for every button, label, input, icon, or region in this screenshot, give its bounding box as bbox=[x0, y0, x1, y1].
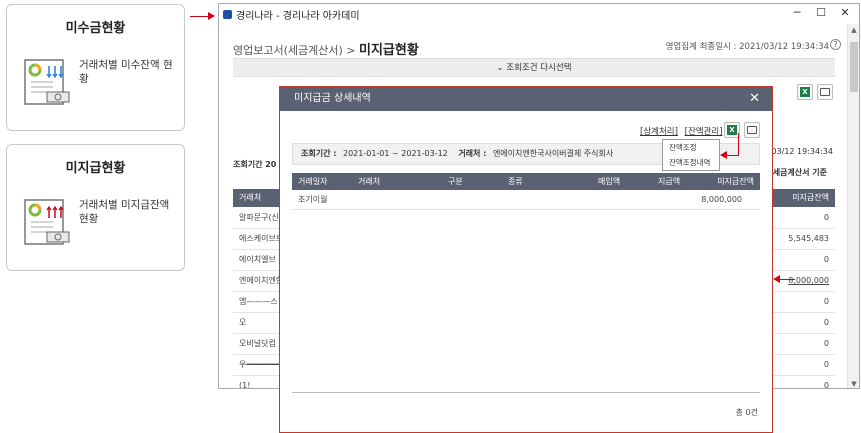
dropdown-item-balance-history[interactable]: 잔액조정내역 bbox=[669, 155, 719, 170]
row-vendor: 우━━━━━━━ bbox=[239, 360, 281, 369]
page-title: 미지급현황 bbox=[359, 43, 419, 58]
vendor-label: 거래처 : bbox=[458, 149, 487, 158]
window-title: 경리나라 - 경리나라 아카데미 bbox=[236, 10, 360, 22]
bg-header-balance: 미지급잔액 bbox=[792, 193, 829, 202]
last-total-timestamp: 영업집계 최종일시 : 2021/03/12 19:34:34 bbox=[665, 42, 829, 52]
row-vendor: 오비널닷컴 bbox=[239, 339, 276, 348]
row-vendor: 엔에이치엔한 bbox=[239, 276, 284, 285]
maximize-button[interactable]: ☐ bbox=[809, 6, 833, 19]
row-balance: 0 bbox=[823, 339, 829, 348]
balance-manage-dropdown: 잔액조정 잔액조정내역 bbox=[662, 139, 720, 171]
scroll-up-icon[interactable]: ▲ bbox=[848, 26, 859, 34]
modal-table-header: 거래일자 거래처 구분 종류 매입액 지급액 미지급잔액 bbox=[292, 173, 760, 190]
payable-card[interactable]: 미지급현황 거래처별 미지급잔액 현황 bbox=[6, 144, 185, 271]
row-balance: 0 bbox=[823, 360, 829, 369]
scrollbar-thumb[interactable] bbox=[850, 42, 858, 92]
col-purchase: 매입액 bbox=[598, 177, 621, 186]
pointer-arrow-line bbox=[738, 133, 739, 155]
page-header: 영업보고서(세금계산서) > 미지급현황 bbox=[233, 39, 419, 58]
modal-print-button[interactable] bbox=[744, 122, 760, 138]
breadcrumb[interactable]: 영업보고서(세금계산서) > bbox=[233, 44, 356, 57]
card-description: 거래처별 미지급잔액 현황 bbox=[79, 199, 170, 225]
offset-link[interactable]: [상계처리] bbox=[640, 127, 678, 137]
printer-icon bbox=[747, 126, 757, 134]
row-balance: 5,545,483 bbox=[788, 234, 829, 243]
modal-footer-divider bbox=[292, 392, 760, 393]
balance-manage-link[interactable]: [잔액관리] bbox=[685, 127, 723, 137]
printer-icon bbox=[820, 88, 830, 96]
pointer-arrow-line bbox=[190, 16, 210, 17]
row-vendor: 엠———스 bbox=[239, 297, 278, 306]
modal-action-links: [상계처리] [잔액관리] bbox=[640, 125, 727, 137]
row-vendor: 오 bbox=[239, 318, 247, 327]
payable-report-icon bbox=[24, 199, 70, 245]
pointer-arrow-head bbox=[720, 151, 727, 159]
bg-condition-label: 조회기간 20 bbox=[233, 160, 277, 169]
modal-close-button[interactable]: ✕ bbox=[749, 87, 760, 111]
period-label: 조회기간 : bbox=[301, 149, 337, 158]
total-count: 총 0건 bbox=[735, 408, 758, 417]
app-logo-icon bbox=[223, 9, 232, 19]
pointer-arrow-head bbox=[208, 12, 215, 20]
card-title: 미지급현황 bbox=[65, 161, 126, 176]
row-balance: 0 bbox=[823, 381, 829, 389]
receivable-report-icon bbox=[24, 59, 70, 105]
pointer-arrow-line bbox=[779, 279, 795, 280]
col-paid: 지급액 bbox=[658, 177, 681, 186]
bg-basis-label: 세금계산서 기준 bbox=[772, 168, 827, 177]
card-title: 미수금현황 bbox=[65, 21, 126, 36]
reset-condition-bar[interactable]: ⌄ 조회조건 다시선택 bbox=[233, 58, 835, 77]
dropdown-item-balance-adjust[interactable]: 잔액조정 bbox=[669, 140, 719, 155]
row-balance: 0 bbox=[823, 318, 829, 327]
vendor-value: 엔에이치엔한국사이버결제 주식회사 bbox=[492, 149, 614, 158]
row-balance: 0 bbox=[823, 213, 829, 222]
close-window-button[interactable]: ✕ bbox=[833, 6, 857, 19]
row-date: 초기이월 bbox=[298, 195, 328, 204]
card-description: 거래처별 미수잔액 현황 bbox=[79, 59, 173, 85]
excel-export-button[interactable]: X bbox=[797, 84, 813, 100]
print-button[interactable] bbox=[817, 84, 833, 100]
help-icon[interactable]: ? bbox=[830, 39, 841, 50]
receivable-card[interactable]: 미수금현황 거래처별 미수잔액 현황 bbox=[6, 4, 185, 131]
bg-header-vendor: 거래처 bbox=[239, 193, 262, 202]
excel-icon: X bbox=[800, 87, 810, 97]
row-balance[interactable]: 8,000,000 bbox=[788, 271, 829, 291]
row-balance: 0 bbox=[823, 255, 829, 264]
row-balance: 8,000,000 bbox=[701, 195, 742, 204]
period-value: 2021-01-01 ~ 2021-03-12 bbox=[342, 149, 448, 158]
row-vendor: (1! bbox=[239, 381, 251, 389]
col-date: 거래일자 bbox=[298, 177, 328, 186]
minimize-button[interactable]: ─ bbox=[785, 6, 809, 19]
modal-title: 미지급금 상세내역 bbox=[294, 93, 371, 104]
scroll-down-icon[interactable]: ▼ bbox=[848, 380, 859, 388]
modal-header: 미지급금 상세내역 ✕ bbox=[280, 87, 772, 111]
row-vendor: 에스케이브로 bbox=[239, 234, 284, 243]
window-titlebar: 경리나라 - 경리나라 아카데미 bbox=[219, 4, 859, 24]
vertical-scrollbar[interactable]: ▲ ▼ bbox=[847, 24, 859, 388]
col-type: 구분 bbox=[448, 177, 463, 186]
col-kind: 종류 bbox=[508, 177, 523, 186]
row-vendor: 알파문구(신 bbox=[239, 213, 279, 222]
row-vendor: 에이치엘브 bbox=[239, 255, 276, 264]
table-row[interactable]: 초기이월 8,000,000 bbox=[292, 190, 760, 210]
col-balance: 미지급잔액 bbox=[717, 177, 754, 186]
col-vendor: 거래처 bbox=[358, 177, 381, 186]
excel-icon: X bbox=[727, 125, 737, 135]
row-balance: 0 bbox=[823, 297, 829, 306]
pointer-arrow-line bbox=[726, 155, 739, 156]
